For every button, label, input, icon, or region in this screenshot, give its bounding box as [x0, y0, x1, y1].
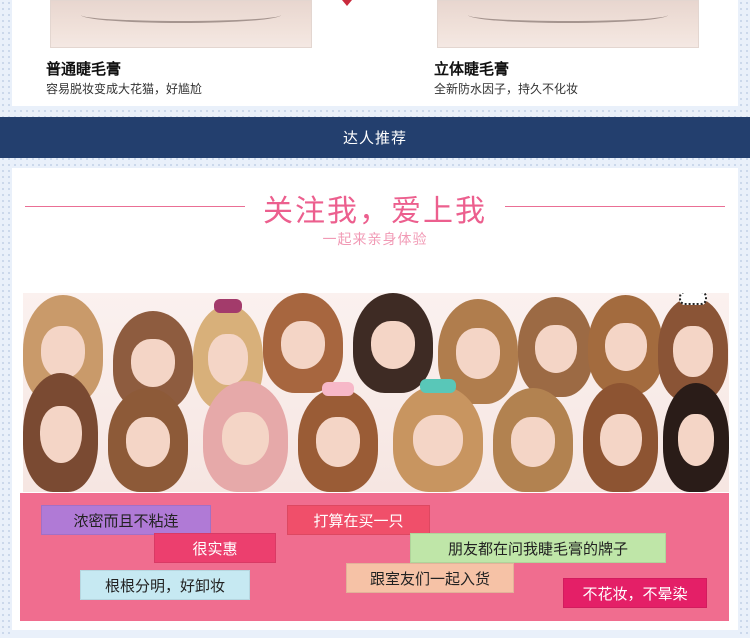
3d-mascara-title: 立体睫毛膏 — [434, 60, 510, 78]
person-figure — [583, 383, 658, 492]
person-figure — [518, 297, 593, 397]
person-figure — [298, 382, 378, 492]
person-figure — [353, 293, 433, 393]
review-tag: 很实惠 — [154, 533, 276, 563]
person-figure — [588, 295, 663, 395]
review-tag: 不花妆，不晕染 — [563, 578, 707, 608]
ordinary-mascara-eye-image — [50, 0, 312, 48]
section-banner: 达人推荐 — [0, 117, 750, 158]
group-photo — [23, 293, 729, 492]
ordinary-mascara-title: 普通睫毛膏 — [46, 60, 122, 78]
review-tag: 浓密而且不粘连 — [41, 505, 211, 535]
person-figure — [393, 379, 483, 492]
ordinary-mascara-desc: 容易脱妆变成大花猫，好尴尬 — [46, 82, 203, 96]
arrow-icon — [342, 0, 352, 6]
promo-subline: 一起来亲身体验 — [322, 232, 428, 248]
review-tag: 根根分明，好卸妆 — [80, 570, 250, 600]
person-figure — [108, 388, 188, 492]
person-figure — [203, 381, 288, 492]
bottom-strip — [12, 630, 738, 638]
person-figure — [663, 383, 729, 492]
promo-headline: 关注我，爱上我 — [263, 194, 487, 229]
review-tag: 打算在买一只 — [287, 505, 430, 535]
person-figure — [23, 373, 98, 492]
3d-mascara-eye-image — [437, 0, 699, 48]
person-figure — [263, 293, 343, 393]
review-tag: 跟室友们一起入货 — [346, 563, 514, 593]
review-tag: 朋友都在问我睫毛膏的牌子 — [410, 533, 666, 563]
person-figure — [493, 388, 573, 492]
review-tag-area: 浓密而且不粘连 很实惠 根根分明，好卸妆 打算在买一只 朋友都在问我睫毛膏的牌子… — [20, 493, 729, 621]
mascara-comparison: 普通睫毛膏 容易脱妆变成大花猫，好尴尬 立体睫毛膏 全新防水因子，持久不化妆 — [12, 0, 738, 106]
3d-mascara-desc: 全新防水因子，持久不化妆 — [434, 82, 579, 96]
